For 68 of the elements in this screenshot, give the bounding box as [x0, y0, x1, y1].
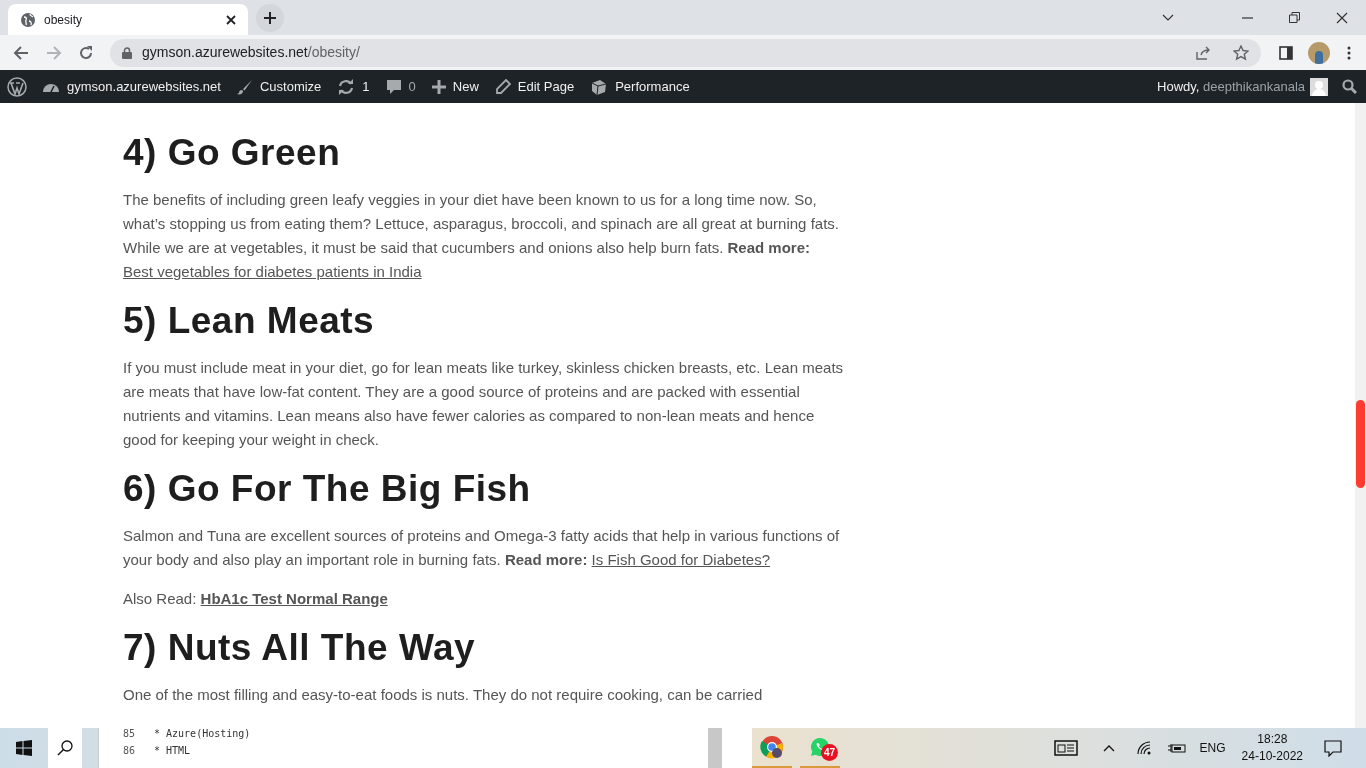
paragraph: One of the most filling and easy-to-eat foods is nuts. They do not require cooking, can be carried	[123, 685, 764, 705]
greeting-text[interactable]: Howdy, deepthikankanala	[1157, 76, 1305, 97]
star-icon[interactable]	[1233, 44, 1249, 61]
wifi-icon[interactable]	[1136, 741, 1151, 755]
chevron-up-icon[interactable]	[1102, 744, 1115, 752]
comment-icon	[385, 78, 402, 95]
article-link[interactable]: HbA1c Test Normal Range	[200, 590, 388, 607]
code-line: * HTML	[154, 744, 191, 758]
admin-bar-item[interactable]: Edit Page	[486, 70, 583, 103]
paragraph: The benefits of including green leafy veggies in your diet have been known to us for a long time now. So, what’s stopping us from eating them? Lettuce, asparagus, broccoli, and spinach are all great at burning fats. While we are at vegetables, it must be said that cucumbers and onions also help burn fats. Read more: Best vegetables for diabetes patients in India	[123, 190, 840, 282]
paragraph: Also Read: HbA1c Test Normal Range	[123, 589, 389, 609]
section-heading: 4) Go Green	[123, 131, 342, 175]
whatsapp-button[interactable]: 47	[800, 728, 840, 768]
back-icon[interactable]	[13, 44, 29, 61]
side-panel-icon[interactable]	[1279, 45, 1293, 60]
news-icon[interactable]	[1053, 740, 1078, 756]
section-heading: 5) Lean Meats	[123, 299, 376, 343]
admin-bar-item[interactable]: Customize	[228, 70, 330, 103]
user-avatar[interactable]	[1310, 77, 1328, 96]
minimize-icon[interactable]	[1242, 16, 1253, 19]
lock-icon	[122, 46, 132, 59]
close-icon[interactable]	[226, 14, 236, 25]
url-text: gymson.azurewebsites.net/obesity/	[142, 43, 360, 62]
tab-title: obesity	[44, 11, 84, 29]
admin-bar-item[interactable]: 0	[377, 70, 424, 103]
line-number: 85	[123, 728, 137, 741]
scrollbar-thumb[interactable]	[1356, 400, 1365, 488]
cube-icon	[590, 77, 609, 96]
time-text: 18:28	[1257, 731, 1288, 748]
code-line: * Azure(Hosting)	[154, 728, 251, 741]
search-icon	[57, 740, 73, 756]
search-button[interactable]	[48, 728, 82, 768]
search-icon[interactable]	[1342, 79, 1357, 94]
battery-icon[interactable]	[1167, 742, 1186, 754]
notification-badge: 47	[821, 744, 838, 761]
admin-bar-item[interactable]: gymson.azurewebsites.net	[34, 70, 229, 103]
paragraph: If you must include meat in your diet, go for lean meats like turkey, skinless chicken breasts, etc. Lean meats are meats that have low-fat content. They are a good source of proteins and are packed with essential nutrients and vitamins. Lean means also have fewer calories as compared to non-lean meats and hence good for keeping your weight in check.	[123, 358, 845, 450]
browser-tab[interactable]: obesity	[8, 4, 248, 35]
paragraph: Salmon and Tuna are excellent sources of proteins and Omega-3 fatty acids that help in various functions of your body and also play an important role in burning fats. Read more: Is Fish Good for Diabetes?	[123, 526, 841, 570]
pencil-icon	[494, 78, 511, 95]
section-heading: 6) Go For The Big Fish	[123, 467, 532, 511]
section-heading: 7) Nuts All The Way	[123, 626, 477, 670]
menu-icon[interactable]	[1347, 45, 1351, 60]
chrome-icon	[760, 735, 784, 759]
admin-bar-item[interactable]: Performance	[582, 70, 698, 103]
notification-icon[interactable]	[1324, 739, 1342, 757]
address-bar[interactable]: gymson.azurewebsites.net/obesity/	[110, 38, 1261, 67]
admin-bar-item[interactable]: New	[423, 70, 487, 103]
date-text: 24-10-2022	[1241, 748, 1303, 765]
language-indicator[interactable]: ENG	[1199, 739, 1226, 757]
article-link[interactable]: Is Fish Good for Diabetes?	[591, 551, 771, 568]
refresh-icon	[337, 78, 356, 95]
windows-icon	[16, 740, 32, 756]
line-number: 86	[123, 744, 137, 758]
article-link[interactable]: Best vegetables for diabetes patients in India	[123, 263, 422, 280]
reload-icon[interactable]	[78, 44, 94, 61]
restore-icon[interactable]	[1289, 12, 1300, 23]
plus-icon	[263, 11, 277, 25]
wordpress-icon[interactable]	[7, 76, 27, 97]
globe-icon	[20, 11, 36, 28]
profile-avatar[interactable]	[1308, 41, 1330, 64]
share-icon[interactable]	[1195, 44, 1211, 61]
admin-bar-item[interactable]: 1	[329, 70, 378, 103]
chevron-down-icon[interactable]	[1162, 13, 1174, 22]
plus-icon	[431, 79, 446, 94]
clock[interactable]: 18:28 24-10-2022	[1241, 731, 1303, 765]
close-icon[interactable]	[1336, 11, 1348, 24]
new-tab-button[interactable]	[256, 4, 284, 32]
